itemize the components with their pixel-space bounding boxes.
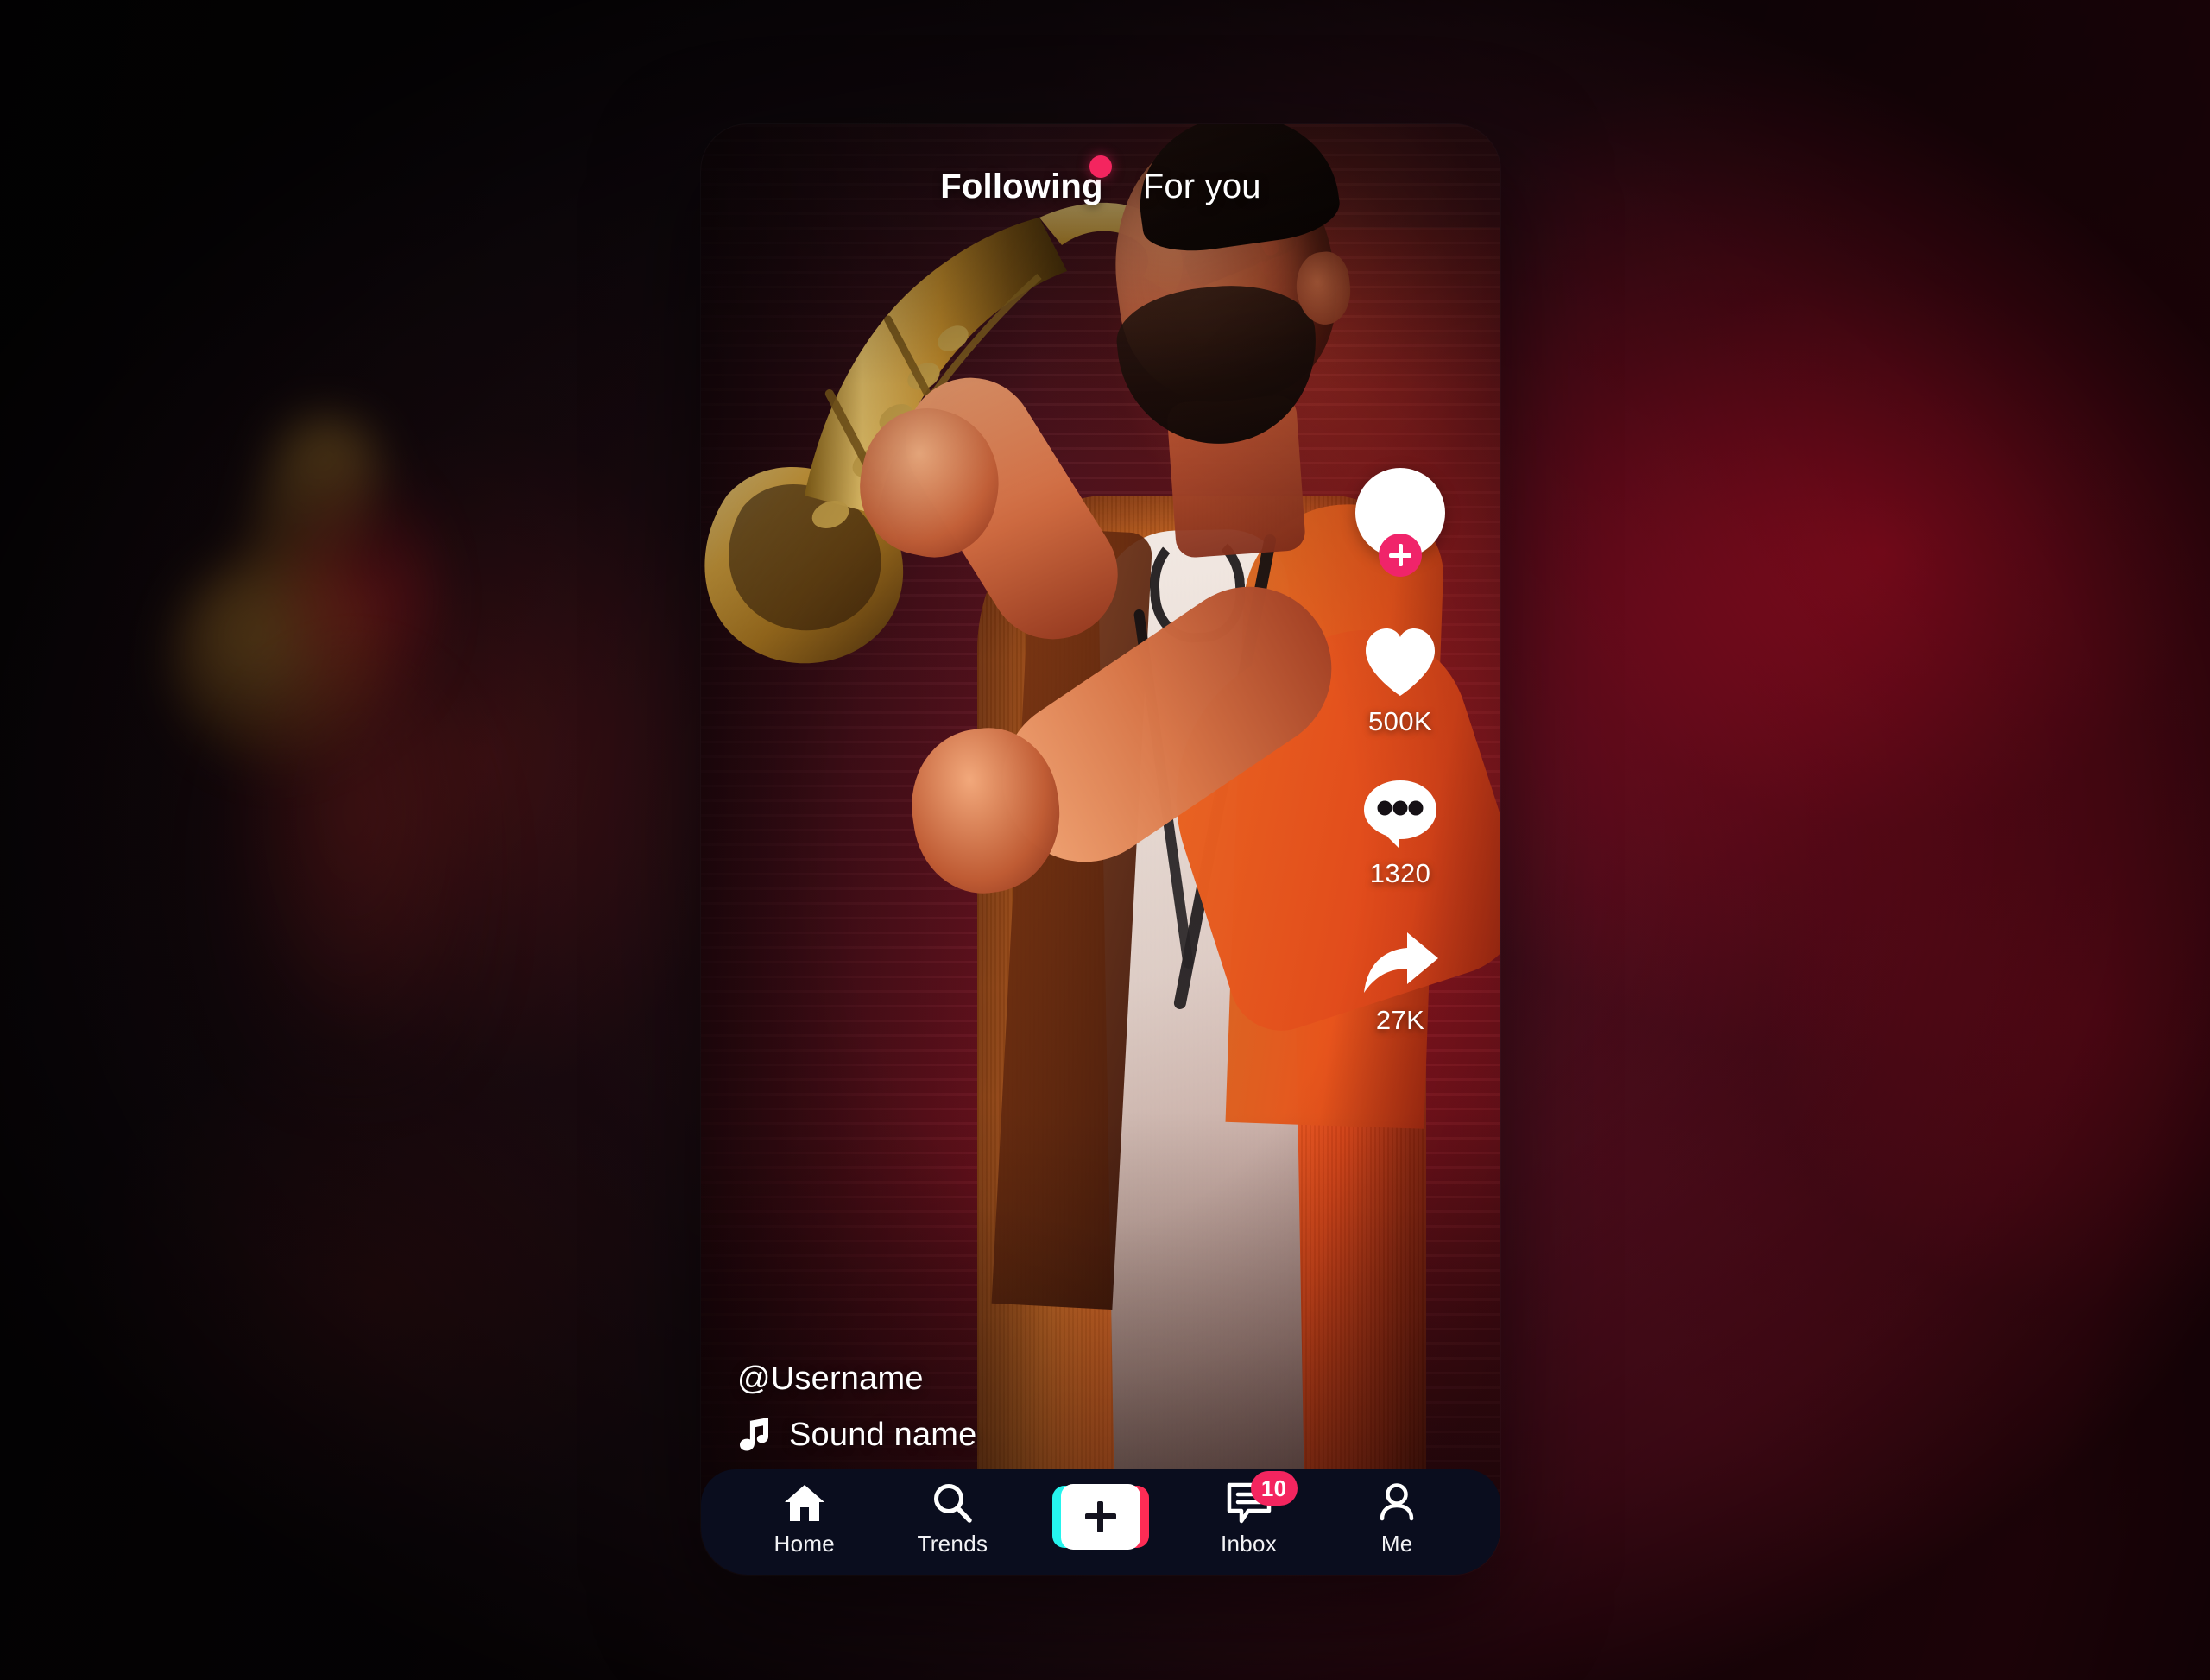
create-white-layer (1060, 1483, 1140, 1550)
comment-bubble-icon[interactable] (1361, 777, 1440, 851)
comment-count: 1320 (1369, 858, 1431, 888)
home-icon[interactable] (783, 1481, 826, 1525)
feed-tabs: Following For you (701, 124, 1500, 206)
nav-label-trends: Trends (917, 1531, 988, 1557)
person-icon[interactable] (1376, 1481, 1418, 1525)
video-info: @Username Sound name (737, 1361, 977, 1454)
like-count: 500K (1368, 706, 1432, 736)
tab-following[interactable]: Following (940, 167, 1102, 206)
search-icon[interactable] (931, 1481, 973, 1525)
nav-label-me: Me (1380, 1531, 1413, 1557)
sound-row[interactable]: Sound name (737, 1417, 977, 1454)
nav-label-inbox: Inbox (1221, 1531, 1278, 1557)
create-plus-vertical (1097, 1500, 1104, 1532)
avatar-with-plus-icon[interactable] (1355, 468, 1445, 577)
inbox-badge: 10 (1250, 1471, 1298, 1506)
like-button[interactable]: 500K (1361, 627, 1440, 737)
heart-icon[interactable] (1361, 627, 1440, 699)
nav-item-me[interactable]: Me (1332, 1481, 1462, 1557)
inbox-message-icon[interactable]: 10 (1226, 1471, 1298, 1525)
music-note-icon (740, 1417, 768, 1450)
nav-item-trends[interactable]: Trends (887, 1481, 1017, 1557)
create-plus-icon[interactable] (1051, 1483, 1149, 1550)
sound-name-label: Sound name (789, 1417, 977, 1453)
share-arrow-icon[interactable] (1359, 929, 1442, 998)
share-button[interactable]: 27K (1359, 929, 1442, 1036)
nav-label-home: Home (774, 1531, 836, 1557)
share-count: 27K (1375, 1005, 1425, 1035)
nav-item-create[interactable] (1036, 1483, 1165, 1556)
phone-mockup: Following For you 500K 1320 27K @Usernam… (701, 124, 1500, 1575)
comment-button[interactable]: 1320 (1361, 777, 1440, 889)
action-rail: 500K 1320 27K (1342, 468, 1459, 1036)
bottom-navigation: Home Trends 10 Inbox Me (701, 1469, 1500, 1575)
tab-for-you[interactable]: For you (1143, 167, 1261, 206)
profile-follow-button[interactable] (1355, 468, 1445, 577)
live-dot-icon (1089, 155, 1112, 178)
follow-plus-icon[interactable] (1379, 534, 1422, 577)
nav-item-home[interactable]: Home (740, 1481, 869, 1557)
nav-item-inbox[interactable]: 10 Inbox (1184, 1471, 1314, 1557)
username-label[interactable]: @Username (737, 1361, 977, 1398)
